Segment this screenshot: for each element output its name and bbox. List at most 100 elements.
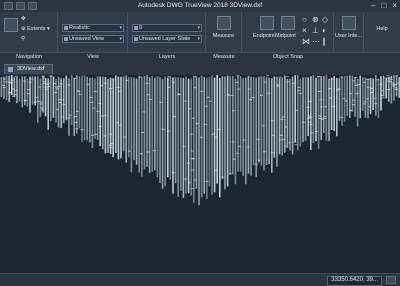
model-bracing <box>167 86 171 88</box>
model-bracing <box>332 105 336 107</box>
model-column <box>174 77 177 184</box>
model-bracing <box>68 114 72 116</box>
model-bracing <box>98 125 102 127</box>
model-column <box>128 77 130 158</box>
tangent-snap-icon[interactable]: ◐ <box>322 26 327 35</box>
user-interface-icon[interactable] <box>342 16 356 30</box>
parallel-snap-icon[interactable]: ∥ <box>322 37 326 46</box>
model-bracing <box>58 102 62 103</box>
model-bracing <box>381 97 385 99</box>
model-column <box>395 76 398 97</box>
model-column <box>156 76 159 178</box>
user-interface-button[interactable]: User Inte... <box>334 33 363 39</box>
layer-state-select[interactable]: Unsaved Layer State ▾ <box>132 35 202 43</box>
model-column <box>265 77 268 165</box>
model-bracing <box>227 94 231 96</box>
model-column <box>146 75 148 168</box>
nearest-snap-icon[interactable]: ⋈ <box>302 37 310 46</box>
model-bracing <box>14 90 18 91</box>
model-bracing <box>200 91 204 92</box>
help-button[interactable]: Help <box>364 26 400 32</box>
model-bracing <box>189 133 193 135</box>
drawing-viewport[interactable] <box>0 75 400 273</box>
intersection-snap-icon[interactable]: × <box>302 26 307 35</box>
model-bracing <box>386 75 390 77</box>
model-bracing <box>263 151 266 153</box>
model-bracing <box>257 159 261 161</box>
node-snap-icon[interactable]: ⊗ <box>312 15 319 24</box>
visual-style-select[interactable]: Realistic ▾ <box>62 24 124 32</box>
model-column <box>26 78 29 107</box>
model-column <box>154 77 156 171</box>
model-bracing <box>12 95 16 97</box>
extents-button[interactable]: ⊕ Extents ▾ <box>21 26 50 32</box>
named-view-select[interactable]: Unsaved View ▾ <box>62 35 124 43</box>
model-bracing <box>73 77 77 79</box>
model-bracing <box>370 92 374 94</box>
model-column <box>252 77 255 166</box>
model-column <box>76 75 78 134</box>
close-icon[interactable]: × <box>392 1 397 10</box>
model-column <box>8 75 10 103</box>
model-bracing <box>246 146 250 148</box>
quadrant-snap-icon[interactable]: ◇ <box>322 15 328 24</box>
model-column <box>21 76 23 108</box>
customize-icon[interactable] <box>386 276 396 284</box>
chevron-down-icon: ▾ <box>197 36 200 42</box>
model-bracing <box>44 88 48 90</box>
model-bracing <box>139 76 143 78</box>
perpendicular-snap-icon[interactable]: ⊥ <box>312 26 319 35</box>
model-bracing <box>39 103 43 105</box>
model-bracing <box>118 90 122 92</box>
model-bracing <box>217 129 221 130</box>
tab-3dview[interactable]: 3DView.dxf <box>4 64 54 74</box>
model-bracing <box>176 94 180 96</box>
model-column <box>250 76 252 176</box>
model-bracing <box>389 76 392 78</box>
model-bracing <box>75 128 79 130</box>
model-bracing <box>93 91 97 92</box>
minimize-icon[interactable]: – <box>371 1 375 10</box>
maximize-icon[interactable]: □ <box>381 1 386 10</box>
model-bracing <box>276 85 280 87</box>
model-column <box>107 78 109 153</box>
model-bracing <box>231 141 235 143</box>
model-bracing <box>2 78 6 80</box>
measure-button-label[interactable]: Measure <box>206 33 241 39</box>
model-bracing <box>146 151 150 153</box>
model-column <box>193 76 195 203</box>
orbit-icon[interactable] <box>4 18 18 32</box>
layers-panel-label: Layers <box>158 54 176 60</box>
model-bracing <box>242 139 246 141</box>
model-bracing <box>374 103 378 105</box>
layer-state-value: Unsaved Layer State <box>139 36 191 42</box>
model-column <box>65 75 68 121</box>
extension-snap-icon[interactable]: ⋯ <box>312 37 320 46</box>
model-column <box>31 75 34 105</box>
model-column <box>89 78 91 143</box>
center-snap-icon[interactable]: ○ <box>302 15 307 24</box>
midpoint-icon[interactable] <box>281 16 295 30</box>
endpoint-icon[interactable] <box>260 16 274 30</box>
model-bracing <box>221 176 225 178</box>
endpoint-label[interactable]: Endpoint <box>253 33 275 39</box>
model-bracing <box>39 101 43 103</box>
model-bracing <box>148 99 152 100</box>
model-bracing <box>103 135 107 137</box>
measure-icon[interactable] <box>217 16 231 30</box>
model-column <box>18 78 21 102</box>
pan-icon[interactable]: ✥ <box>21 16 26 22</box>
model-bracing <box>355 93 359 95</box>
model-column <box>141 77 143 177</box>
model-column <box>341 76 343 126</box>
model-column <box>37 76 39 123</box>
model-bracing <box>161 128 165 130</box>
midpoint-label[interactable]: Midpoint <box>275 33 296 39</box>
model-bracing <box>67 117 71 119</box>
model-bracing <box>57 99 61 101</box>
zoom-icon[interactable]: ⚲ <box>21 36 25 42</box>
model-column <box>247 76 250 174</box>
layer-select[interactable]: 0 ▾ <box>132 24 202 32</box>
model-column <box>268 77 270 164</box>
model-column <box>187 78 190 194</box>
